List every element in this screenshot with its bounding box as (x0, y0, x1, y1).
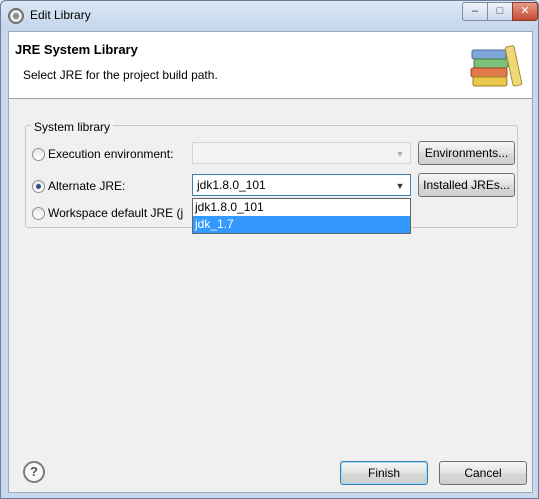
execution-environment-combo: ▼ (192, 142, 411, 164)
jre-dropdown-list[interactable]: jdk1.8.0_101 jdk_1.7 (192, 198, 411, 234)
workspace-default-radio[interactable] (32, 207, 45, 220)
finish-button[interactable]: Finish (340, 461, 428, 485)
chevron-down-icon: ▼ (395, 149, 405, 159)
execution-environment-label[interactable]: Execution environment: (48, 147, 173, 161)
installed-jres-button[interactable]: Installed JREs... (418, 173, 515, 197)
cancel-button[interactable]: Cancel (439, 461, 527, 485)
dialog-body: JRE System Library Select JRE for the pr… (8, 31, 533, 493)
library-books-icon (470, 45, 523, 87)
page-description: Select JRE for the project build path. (23, 68, 218, 82)
environments-button[interactable]: Environments... (418, 141, 515, 165)
workspace-default-label[interactable]: Workspace default JRE (j (48, 206, 183, 220)
page-title: JRE System Library (15, 42, 138, 57)
chevron-down-icon[interactable]: ▼ (393, 179, 407, 193)
alternate-jre-combo[interactable]: jdk1.8.0_101 ▼ (192, 174, 411, 196)
execution-environment-radio[interactable] (32, 148, 45, 161)
eclipse-gear-icon (8, 8, 24, 24)
edit-library-dialog: Edit Library – □ ✕ JRE System Library Se… (0, 0, 539, 499)
close-button[interactable]: ✕ (512, 2, 538, 21)
dropdown-option-jdk1-7[interactable]: jdk_1.7 (193, 216, 410, 233)
dropdown-option-jdk1-8[interactable]: jdk1.8.0_101 (193, 199, 410, 216)
minimize-button[interactable]: – (462, 2, 488, 21)
maximize-button[interactable]: □ (487, 2, 513, 21)
window-title: Edit Library (30, 8, 91, 22)
alternate-jre-value: jdk1.8.0_101 (197, 178, 266, 192)
help-icon[interactable]: ? (23, 461, 45, 483)
header-banner: JRE System Library Select JRE for the pr… (9, 32, 532, 99)
alternate-jre-radio[interactable] (32, 180, 45, 193)
title-bar[interactable]: Edit Library – □ ✕ (1, 1, 538, 31)
alternate-jre-label[interactable]: Alternate JRE: (48, 179, 125, 193)
group-label: System library (31, 120, 114, 134)
